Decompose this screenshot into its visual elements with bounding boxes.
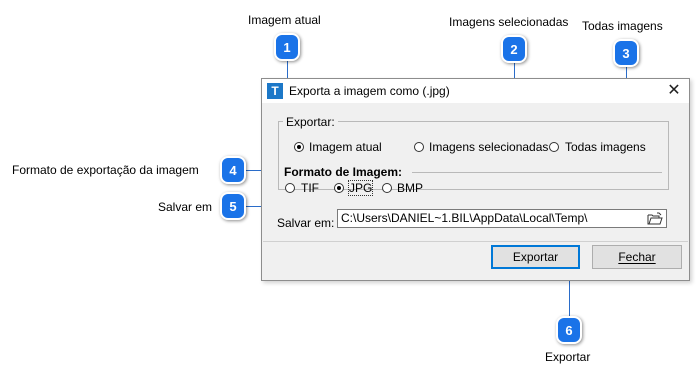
- export-button[interactable]: Exportar: [491, 245, 580, 269]
- format-title: Formato de Imagem:: [284, 165, 403, 179]
- callout-1-badge: 1: [274, 33, 300, 61]
- radio-bmp-label[interactable]: BMP: [397, 181, 423, 195]
- callout-2-badge: 2: [501, 35, 527, 63]
- radio-bmp[interactable]: [382, 183, 392, 193]
- dialog-title: Exporta a imagem como (.jpg): [289, 84, 450, 98]
- export-dialog: T Exporta a imagem como (.jpg) ✕ Exporta…: [261, 78, 690, 281]
- radio-current-image[interactable]: [294, 142, 304, 152]
- save-label: Salvar em:: [277, 216, 335, 230]
- callout-3-text: Todas imagens: [582, 19, 663, 33]
- callout-6-connector: [569, 280, 570, 316]
- close-icon[interactable]: ✕: [665, 82, 683, 100]
- radio-jpg-label[interactable]: JPG: [347, 180, 374, 196]
- radio-selected-images-label[interactable]: Imagens selecionadas: [429, 140, 548, 154]
- callout-4-badge: 4: [220, 156, 246, 184]
- export-groupbox: [278, 121, 669, 190]
- radio-all-images-label[interactable]: Todas imagens: [565, 140, 646, 154]
- radio-tif[interactable]: [285, 183, 295, 193]
- callout-4-text: Formato de exportação da imagem: [12, 163, 199, 177]
- radio-current-image-label[interactable]: Imagem atual: [309, 140, 382, 154]
- export-group-legend: Exportar:: [283, 115, 338, 129]
- radio-tif-label[interactable]: TIF: [301, 181, 319, 195]
- close-button-label: Fechar: [618, 250, 656, 264]
- radio-all-images[interactable]: [549, 142, 559, 152]
- title-bar[interactable]: T Exporta a imagem como (.jpg) ✕: [262, 79, 689, 103]
- callout-2-text: Imagens selecionadas: [449, 15, 569, 29]
- save-path-field[interactable]: C:\Users\DANIEL~1.BIL\AppData\Local\Temp…: [337, 209, 667, 228]
- callout-5-text: Salvar em: [158, 200, 213, 214]
- radio-jpg[interactable]: [334, 183, 344, 193]
- radio-selected-images[interactable]: [414, 142, 424, 152]
- buttons-separator: [263, 241, 688, 242]
- callout-6-badge: 6: [556, 316, 582, 344]
- callout-5-badge: 5: [220, 192, 246, 220]
- folder-open-icon[interactable]: [644, 210, 666, 227]
- app-icon: T: [267, 83, 283, 99]
- callout-6-text: Exportar: [545, 350, 591, 364]
- callout-3-badge: 3: [613, 39, 639, 67]
- close-button[interactable]: Fechar: [592, 245, 682, 269]
- format-separator: [412, 172, 662, 173]
- callout-1-text: Imagem atual: [248, 13, 321, 27]
